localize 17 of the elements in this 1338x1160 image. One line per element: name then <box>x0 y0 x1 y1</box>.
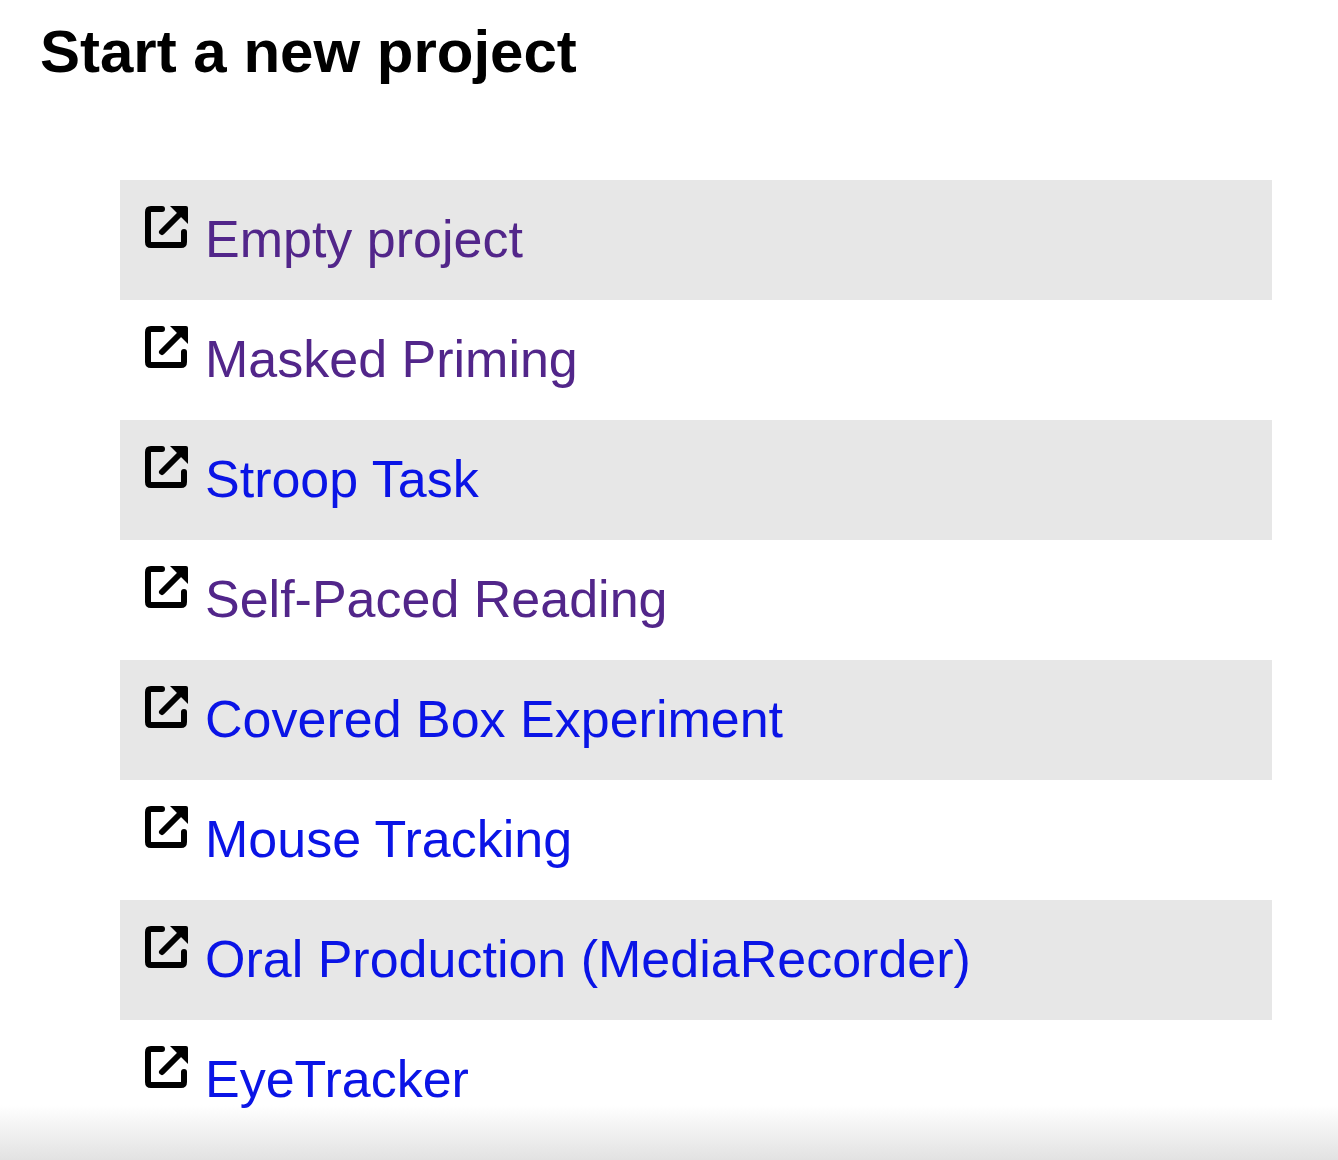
external-link-icon <box>145 325 189 369</box>
project-link[interactable]: Empty project <box>145 205 523 269</box>
project-link[interactable]: Covered Box Experiment <box>145 685 784 749</box>
external-link-icon <box>145 805 189 849</box>
external-link-icon <box>145 1045 189 1089</box>
external-link-icon <box>145 445 189 489</box>
page-title: Start a new project <box>40 17 577 87</box>
project-link[interactable]: Mouse Tracking <box>145 805 573 869</box>
project-link[interactable]: Self-Paced Reading <box>145 565 668 629</box>
external-link-icon <box>145 205 189 249</box>
external-link-icon <box>145 685 189 729</box>
external-link-icon <box>145 565 189 609</box>
external-link-icon <box>145 925 189 969</box>
project-link[interactable]: Stroop Task <box>145 445 479 509</box>
project-link[interactable]: Masked Priming <box>145 325 578 389</box>
project-link[interactable]: Oral Production (MediaRecorder) <box>145 925 971 989</box>
project-link[interactable]: EyeTracker <box>145 1045 469 1109</box>
